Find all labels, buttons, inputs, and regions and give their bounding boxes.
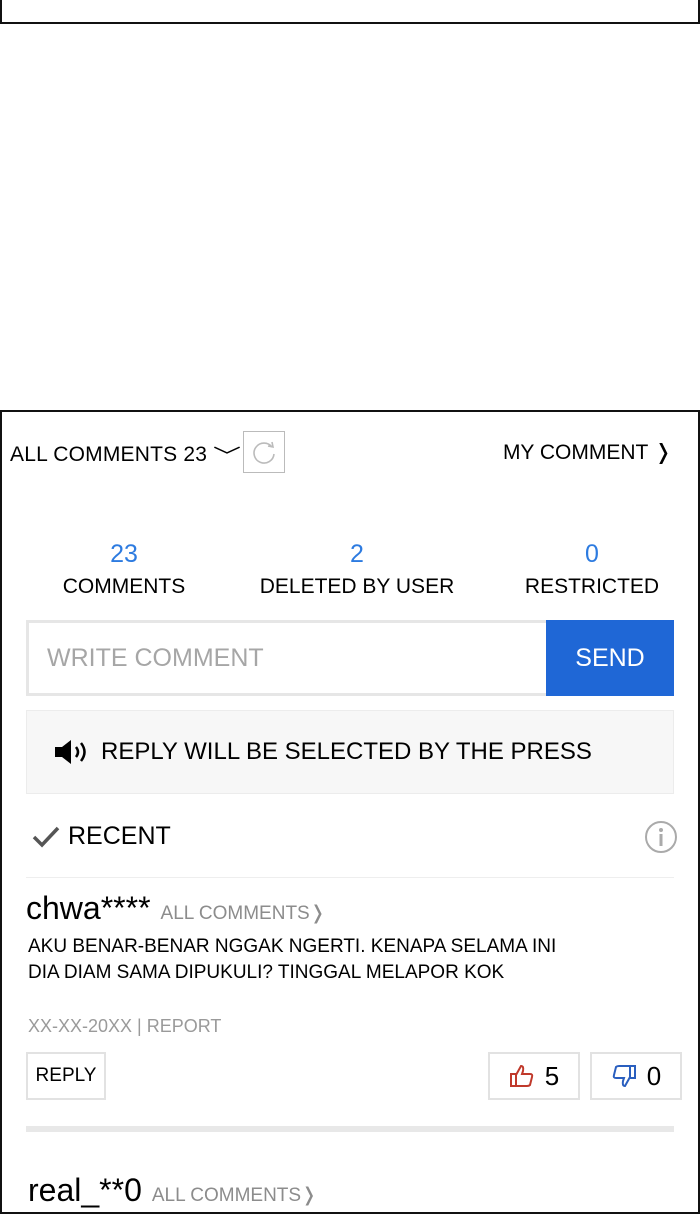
- divider: [26, 877, 674, 878]
- stat-comments-count: 23: [110, 540, 138, 568]
- comment-meta: XX-XX-20XX | REPORT: [28, 1016, 222, 1036]
- stat-comments-label: COMMENTS: [62, 575, 186, 598]
- comment-header: real_**0 ALL COMMENTS❭: [28, 1172, 317, 1209]
- sort-recent-label: RECENT: [68, 822, 171, 850]
- info-icon[interactable]: [644, 820, 678, 854]
- all-comments-dropdown[interactable]: ALL COMMENTS 23 ﹀: [10, 440, 241, 469]
- stat-deleted-count: 2: [350, 540, 364, 568]
- write-comment-input[interactable]: [29, 623, 546, 693]
- comment-text-line: DIA DIAM SAMA DIPUKULI? TINGGAL MELAPOR …: [28, 962, 505, 983]
- chevron-right-icon: ❭: [654, 441, 672, 464]
- comment-text-line: AKU BENAR-BENAR NGGAK NGERTI. KENAPA SEL…: [28, 936, 557, 957]
- like-count: 5: [544, 1060, 560, 1091]
- refresh-button[interactable]: [243, 431, 285, 473]
- dislike-count: 0: [646, 1060, 662, 1091]
- refresh-icon: [253, 441, 275, 464]
- speaker-icon: [55, 740, 86, 764]
- stat-restricted: 0 RESTRICTED: [522, 540, 662, 599]
- user-all-comments-link[interactable]: ALL COMMENTS❭: [152, 1184, 317, 1207]
- stat-restricted-count: 0: [585, 540, 599, 568]
- sort-recent[interactable]: RECENT: [30, 822, 171, 851]
- previous-panel-frame: [0, 0, 700, 24]
- like-button[interactable]: 5: [488, 1052, 580, 1100]
- reply-button[interactable]: REPLY: [26, 1052, 106, 1100]
- comment-username: real_**0: [28, 1172, 142, 1208]
- stat-deleted-label: DELETED BY USER: [259, 575, 455, 598]
- dislike-button[interactable]: 0: [590, 1052, 682, 1100]
- my-comment-link[interactable]: MY COMMENT ❭: [503, 440, 672, 465]
- thumbs-up-icon: [509, 1064, 534, 1087]
- stat-deleted: 2 DELETED BY USER: [257, 540, 457, 599]
- check-icon: [32, 826, 60, 848]
- all-comments-label: ALL COMMENTS 23: [10, 442, 208, 466]
- comments-section: ALL COMMENTS 23 ﹀ MY COMMENT ❭ 23 COMMEN…: [0, 410, 700, 1214]
- comment-header: chwa**** ALL COMMENTS❭: [26, 890, 326, 927]
- stat-restricted-label: RESTRICTED: [524, 575, 660, 598]
- send-button[interactable]: SEND: [546, 620, 674, 696]
- write-comment-box: [26, 620, 546, 696]
- thumbs-down-icon: [612, 1065, 636, 1088]
- user-all-comments-link[interactable]: ALL COMMENTS❭: [161, 902, 326, 925]
- press-notice-text: REPLY WILL BE SELECTED BY THE PRESS: [101, 738, 592, 765]
- my-comment-label: MY COMMENT: [502, 440, 649, 464]
- comment-divider: [26, 1126, 674, 1132]
- press-notice: REPLY WILL BE SELECTED BY THE PRESS: [26, 710, 674, 794]
- comment-text: AKU BENAR-BENAR NGGAK NGERTI. KENAPA SEL…: [28, 934, 628, 986]
- comment-username: chwa****: [26, 890, 151, 926]
- stat-comments: 23 COMMENTS: [54, 540, 194, 599]
- chevron-down-icon: ﹀: [213, 446, 242, 468]
